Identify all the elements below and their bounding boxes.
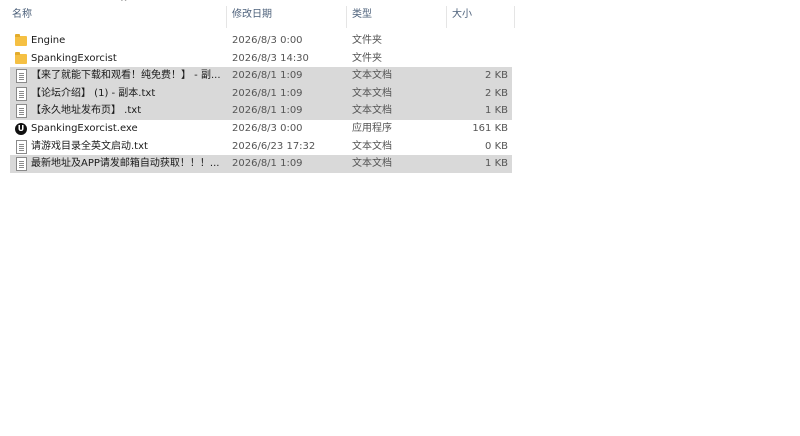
file-explorer: 名称 ^ 修改日期 类型 大小 Engine 2026/8/3 0:00 文件夹 (0, 0, 800, 436)
file-date: 2026/8/3 0:00 (232, 122, 303, 134)
text-file-icon (16, 139, 27, 154)
file-date: 2026/8/1 1:09 (232, 158, 303, 170)
file-type: 文本文档 (352, 105, 392, 117)
column-divider[interactable] (346, 6, 347, 28)
file-list: Engine 2026/8/3 0:00 文件夹 SpankingExorcis… (10, 32, 512, 173)
file-row[interactable]: 最新地址及APP请发邮箱自动获取！！！... 2026/8/1 1:09 文本文… (10, 155, 512, 173)
file-type: 文件夹 (352, 35, 382, 46)
file-type: 文本文档 (352, 140, 392, 152)
column-date-header[interactable]: 修改日期 (228, 0, 346, 30)
file-date: 2026/8/1 1:09 (232, 70, 303, 82)
column-name-header[interactable]: 名称 ^ (8, 0, 226, 30)
text-file-icon (16, 86, 27, 101)
file-size: 161 KB (472, 122, 508, 134)
column-type-label: 类型 (352, 9, 372, 20)
column-date-label: 修改日期 (232, 9, 272, 20)
folder-icon (15, 51, 27, 64)
file-icon-cell (14, 32, 28, 50)
file-type: 文本文档 (352, 158, 392, 170)
file-icon-cell (14, 155, 28, 173)
column-type-header[interactable]: 类型 (348, 0, 446, 30)
file-date: 2026/8/1 1:09 (232, 87, 303, 99)
file-date: 2026/8/3 0:00 (232, 35, 303, 46)
file-date: 2026/8/1 1:09 (232, 105, 303, 117)
file-name: SpankingExorcist (31, 52, 117, 64)
file-row[interactable]: U SpankingExorcist.exe 2026/8/3 0:00 应用程… (10, 120, 512, 138)
folder-icon (15, 34, 27, 46)
text-file-icon (16, 157, 27, 172)
file-type: 文本文档 (352, 87, 392, 99)
file-type: 文本文档 (352, 70, 392, 82)
file-icon-cell (14, 50, 28, 68)
sort-ascending-icon: ^ (120, 0, 128, 8)
column-name-label: 名称 (12, 9, 32, 20)
file-name: 最新地址及APP请发邮箱自动获取！！！... (31, 158, 220, 170)
column-size-header[interactable]: 大小 (448, 0, 514, 30)
file-size: 0 KB (485, 140, 508, 152)
file-name: SpankingExorcist.exe (31, 122, 138, 134)
file-icon-cell (14, 67, 28, 85)
file-name: Engine (31, 35, 66, 46)
file-row[interactable]: 【永久地址发布页】 .txt 2026/8/1 1:09 文本文档 1 KB (10, 102, 512, 120)
file-row[interactable]: 【论坛介绍】 (1) - 副本.txt 2026/8/1 1:09 文本文档 2… (10, 84, 512, 103)
file-name: 【论坛介绍】 (1) - 副本.txt (31, 87, 156, 99)
unreal-engine-icon: U (15, 122, 27, 135)
column-divider[interactable] (226, 6, 227, 28)
file-type: 文件夹 (352, 52, 382, 64)
file-row[interactable]: 请游戏目录全英文启动.txt 2026/6/23 17:32 文本文档 0 KB (10, 138, 512, 156)
file-size: 1 KB (485, 158, 508, 170)
file-size: 1 KB (485, 105, 508, 117)
file-name: 请游戏目录全英文启动.txt (31, 140, 148, 152)
file-name: 【永久地址发布页】 .txt (31, 105, 142, 117)
file-icon-cell (14, 102, 28, 120)
file-row[interactable]: Engine 2026/8/3 0:00 文件夹 (10, 32, 512, 50)
file-type: 应用程序 (352, 122, 392, 134)
file-row[interactable]: SpankingExorcist 2026/8/3 14:30 文件夹 (10, 50, 512, 68)
file-row[interactable]: 【来了就能下载和观看！纯免费！】 - 副... 2026/8/1 1:09 文本… (10, 67, 512, 85)
column-divider[interactable] (514, 6, 515, 28)
column-divider[interactable] (446, 6, 447, 28)
file-icon-cell: U (14, 120, 28, 138)
file-size: 2 KB (485, 87, 508, 99)
file-size: 2 KB (485, 70, 508, 82)
file-date: 2026/8/3 14:30 (232, 52, 309, 64)
column-header: 名称 ^ 修改日期 类型 大小 (0, 0, 516, 30)
file-icon-cell (14, 85, 28, 103)
column-size-label: 大小 (452, 9, 472, 20)
text-file-icon (16, 69, 27, 84)
file-name: 【来了就能下载和观看！纯免费！】 - 副... (31, 70, 221, 82)
file-icon-cell (14, 138, 28, 156)
file-date: 2026/6/23 17:32 (232, 140, 316, 152)
text-file-icon (16, 104, 27, 119)
